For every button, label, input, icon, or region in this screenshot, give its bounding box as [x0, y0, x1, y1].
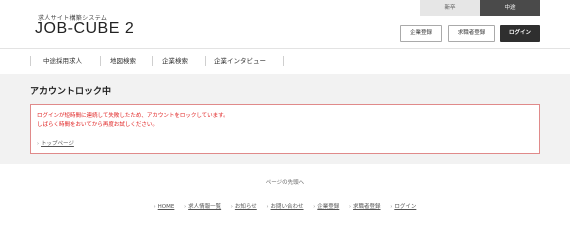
login-button[interactable]: ログイン — [500, 25, 540, 42]
page-title: アカウントロック中 — [30, 87, 112, 97]
company-register-button[interactable]: 企業登録 — [400, 25, 442, 42]
main-content: アカウントロック中 ログインが短時間に連続して失敗したため、アカウントをロックし… — [0, 74, 570, 164]
chevron-right-icon: › — [266, 204, 269, 210]
footer-link-label: 求職者登録 — [353, 204, 381, 210]
footer-link-home[interactable]: › HOME — [154, 204, 175, 210]
footer-link-label: 企業登録 — [317, 204, 340, 210]
footer-link-label: HOME — [157, 204, 175, 210]
top-page-link[interactable]: › トップページ — [37, 139, 74, 147]
chevron-right-icon: › — [349, 204, 352, 210]
footer-link-label: お知らせ — [234, 204, 257, 210]
chevron-right-icon: › — [184, 204, 187, 210]
nav-separator — [100, 56, 101, 66]
error-message-box: ログインが短時間に連続して失敗したため、アカウントをロックしています。 しばらく… — [30, 104, 540, 154]
footer-link-login[interactable]: › ログイン — [390, 202, 416, 210]
chevron-right-icon: › — [390, 204, 393, 210]
chevron-right-icon: › — [37, 141, 39, 147]
chevron-right-icon: › — [313, 204, 316, 210]
footer-link-label: 求人情報一覧 — [188, 204, 222, 210]
tab-chuto[interactable]: 中途 — [480, 0, 540, 16]
chevron-right-icon: › — [230, 204, 233, 210]
error-message: ログインが短時間に連続して失敗したため、アカウントをロックしています。 しばらく… — [37, 112, 229, 129]
chevron-right-icon: › — [153, 204, 156, 210]
tab-shinsotsu[interactable]: 新卒 — [420, 0, 480, 16]
error-message-line: しばらく時間をおいてから再度お試しください。 — [37, 121, 158, 128]
footer-link-contact[interactable]: › お問い合わせ — [267, 202, 304, 210]
footer-link-news[interactable]: › お知らせ — [231, 202, 257, 210]
nav-item-map-search[interactable]: 地図検索 — [102, 49, 136, 73]
footer-link-company-register[interactable]: › 企業登録 — [313, 202, 339, 210]
main-nav: 中途採用求人 地図検索 企業検索 企業インタビュー — [0, 49, 570, 73]
footer-links: › HOME › 求人情報一覧 › お知らせ › お問い合わせ › 企業登録 › 求職者登録… — [0, 202, 570, 210]
nav-item-mid-career-jobs[interactable]: 中途採用求人 — [35, 49, 82, 73]
footer-link-job-list[interactable]: › 求人情報一覧 — [184, 202, 221, 210]
back-to-top-link[interactable]: ページの先頭へ — [0, 178, 570, 186]
nav-separator — [30, 56, 31, 66]
top-page-link-label: トップページ — [41, 141, 74, 147]
error-message-line: ログインが短時間に連続して失敗したため、アカウントをロックしています。 — [37, 113, 229, 119]
nav-separator — [283, 56, 284, 66]
footer-link-label: ログイン — [394, 204, 417, 210]
site-logo[interactable]: JOB-CUBE 2 — [35, 20, 134, 38]
nav-separator — [152, 56, 153, 66]
nav-item-company-interview[interactable]: 企業インタビュー — [206, 49, 266, 73]
footer-link-seeker-register[interactable]: › 求職者登録 — [349, 202, 381, 210]
footer-link-label: お問い合わせ — [270, 204, 304, 210]
seeker-register-button[interactable]: 求職者登録 — [448, 25, 495, 42]
nav-item-company-search[interactable]: 企業検索 — [154, 49, 188, 73]
